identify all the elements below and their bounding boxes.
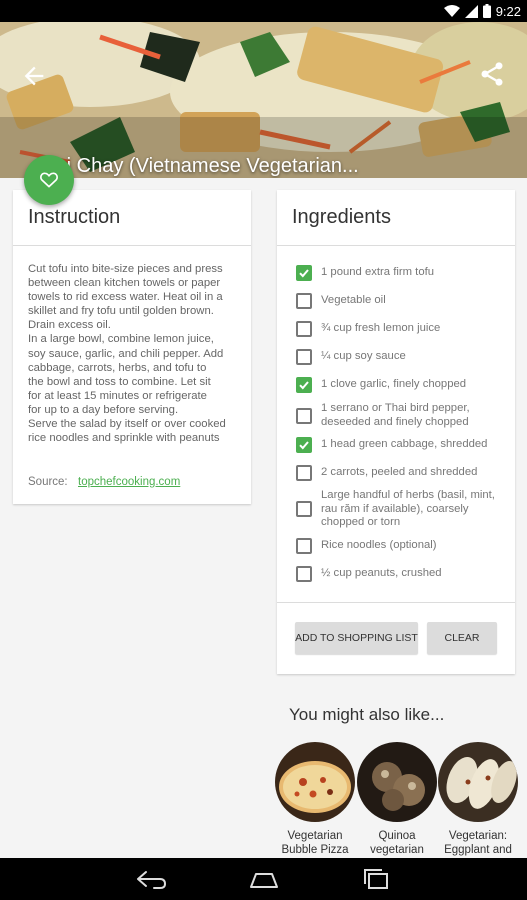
checkbox-unchecked[interactable] (296, 321, 312, 337)
ingredient-label: 1 head green cabbage, shredded (321, 438, 488, 451)
suggestion-thumbnail[interactable] (357, 742, 437, 822)
ingredient-row[interactable]: 1 clove garlic, finely chopped (296, 377, 506, 393)
ingredients-actions-divider (277, 602, 515, 603)
back-arrow-icon[interactable] (20, 62, 48, 90)
ingredient-label: 1 clove garlic, finely chopped (321, 378, 467, 391)
ingredient-row[interactable]: Rice noodles (optional) (296, 538, 506, 554)
home-nav-icon[interactable] (248, 868, 280, 890)
ingredient-row[interactable]: 1 serrano or Thai bird pepper, deseeded … (296, 402, 506, 429)
ingredient-label: Large handful of herbs (basil, mint, rau… (321, 489, 495, 528)
ingredient-row[interactable]: 1 head green cabbage, shredded (296, 437, 506, 453)
clear-button[interactable]: CLEAR (427, 622, 497, 654)
pizza-photo (275, 742, 355, 822)
back-nav-icon[interactable] (136, 868, 168, 890)
ingredient-row[interactable]: Vegetable oil (296, 293, 506, 309)
instruction-heading: Instruction (28, 206, 121, 228)
recipe-hero-image: Goi Chay (Vietnamese Vegetarian... (0, 22, 527, 178)
share-icon[interactable] (478, 60, 506, 88)
checkbox-unchecked[interactable] (296, 538, 312, 554)
suggestion-title[interactable]: Quinoa vegetarian (351, 829, 443, 857)
checkbox-unchecked[interactable] (296, 293, 312, 309)
system-nav-bar (0, 858, 527, 900)
status-bar: 9:22 (0, 0, 527, 22)
source-link[interactable]: topchefcooking.com (78, 476, 180, 488)
ingredient-label: Rice noodles (optional) (321, 539, 437, 552)
ingredient-label: 2 carrots, peeled and shredded (321, 466, 478, 479)
ingredients-divider (277, 245, 515, 246)
ingredients-heading: Ingredients (292, 206, 391, 228)
ingredient-row[interactable]: ¾ cup fresh lemon juice (296, 321, 506, 337)
heart-outline-icon (40, 172, 58, 188)
cellular-signal-icon (464, 4, 478, 18)
checkbox-unchecked[interactable] (296, 407, 312, 424)
ingredient-label: 1 pound extra firm tofu (321, 266, 435, 279)
checkbox-unchecked[interactable] (296, 566, 312, 582)
check-icon (299, 269, 309, 278)
check-icon (299, 441, 309, 450)
wifi-icon (443, 4, 460, 17)
instruction-text: Cut tofu into bite-size pieces and press… (28, 263, 226, 445)
checkbox-unchecked[interactable] (296, 465, 312, 481)
status-time: 9:22 (495, 3, 521, 19)
checkbox-checked[interactable] (296, 265, 312, 281)
checkbox-unchecked[interactable] (296, 349, 312, 365)
ingredient-label: 1 serrano or Thai bird pepper, deseeded … (321, 402, 470, 428)
ingredient-label: ¾ cup fresh lemon juice (321, 322, 441, 335)
favorite-button[interactable] (24, 155, 74, 205)
ingredient-label: Vegetable oil (321, 294, 386, 307)
checkbox-checked[interactable] (296, 437, 312, 453)
ingredient-row[interactable]: ½ cup peanuts, crushed (296, 566, 506, 582)
eggplant-photo (438, 742, 518, 822)
quinoa-photo (357, 742, 437, 822)
suggestion-thumbnail[interactable] (275, 742, 355, 822)
suggestions-heading: You might also like... (289, 705, 445, 724)
ingredient-row[interactable]: 1 pound extra firm tofu (296, 265, 506, 281)
ingredient-row[interactable]: 2 carrots, peeled and shredded (296, 465, 506, 481)
suggestion-title[interactable]: Vegetarian Bubble Pizza (269, 829, 361, 857)
add-to-shopping-list-button[interactable]: ADD TO SHOPPING LIST (295, 622, 418, 654)
instruction-divider (13, 245, 251, 246)
check-icon (299, 381, 309, 390)
ingredient-label: ¼ cup soy sauce (321, 350, 406, 363)
checkbox-checked[interactable] (296, 377, 312, 393)
ingredient-row[interactable]: Large handful of herbs (basil, mint, rau… (296, 489, 506, 530)
source-label: Source: (28, 476, 68, 488)
ingredient-row[interactable]: ¼ cup soy sauce (296, 349, 506, 365)
suggestion-title[interactable]: Vegetarian: Eggplant and (432, 829, 524, 857)
checkbox-unchecked[interactable] (296, 501, 312, 518)
recents-nav-icon[interactable] (360, 868, 392, 890)
recipe-title: Goi Chay (Vietnamese Vegetarian... (40, 155, 359, 177)
battery-icon (482, 4, 491, 18)
ingredient-label: ½ cup peanuts, crushed (321, 567, 442, 580)
suggestion-thumbnail[interactable] (438, 742, 518, 822)
